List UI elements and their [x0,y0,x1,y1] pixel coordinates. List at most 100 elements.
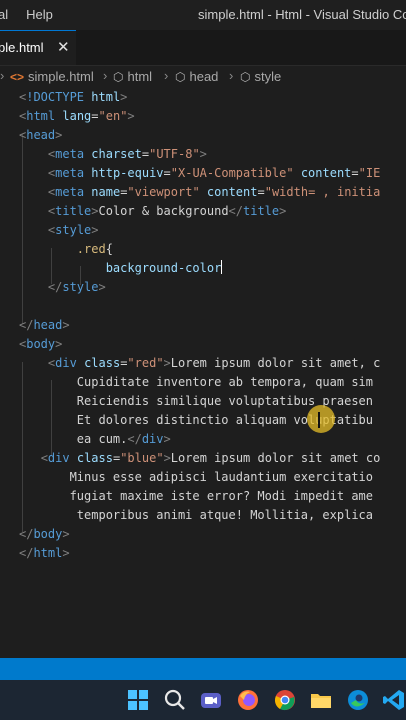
code-token: div [55,356,77,370]
code-line[interactable]: .red{ [19,240,113,259]
code-token: { [105,242,113,256]
code-line[interactable]: </body> [19,525,70,544]
chevron-right-icon: › [229,68,234,83]
code-token: content [206,185,258,199]
video-call-icon[interactable] [199,688,223,712]
code-token: html [33,546,63,560]
code-token: style [55,223,92,237]
code-line[interactable]: <meta charset="UTF-8"> [19,145,207,164]
menu-item-help[interactable]: Help [26,7,53,22]
code-token: > [127,109,135,123]
code-token: > [91,204,99,218]
code-line[interactable]: <!DOCTYPE html> [19,88,127,107]
code-token: Minus esse adipisci laudantium exercitat… [19,470,374,484]
breadcrumb-item-file[interactable]: <> simple.html [10,69,94,84]
code-token: head [33,318,63,332]
code-token: body [33,527,63,541]
code-token: html [91,90,121,104]
text-caret [221,260,223,274]
code-token: title [243,204,280,218]
code-token: lang [62,109,92,123]
code-token: </ [127,432,142,446]
code-token: > [120,90,128,104]
code-token: "IE [358,166,381,180]
code-token: </ [19,527,34,541]
breadcrumb-label: simple.html [28,69,94,84]
code-token: class [76,451,113,465]
code-line[interactable]: </head> [19,316,70,335]
code-line[interactable]: <body> [19,335,62,354]
breadcrumb-item-html[interactable]: ⬡ html [113,69,152,84]
code-line[interactable]: <style> [19,221,99,240]
code-line[interactable]: <title>Color & background</title> [19,202,286,221]
code-token: = [141,147,150,161]
tab-simple-html[interactable]: ple.html ✕ [0,30,76,65]
code-token: = [351,166,359,180]
chevron-right-icon: › [164,68,169,83]
code-token: "en" [98,109,128,123]
menu-item-al[interactable]: al [0,7,8,22]
element-icon: ⬡ [240,69,251,84]
code-token: class [84,356,121,370]
element-icon: ⬡ [175,69,186,84]
code-token: "UTF-8" [149,147,200,161]
code-line[interactable]: <meta name="viewport" content="width= , … [19,183,380,202]
vscode-icon[interactable] [382,688,406,712]
search-icon[interactable] [163,688,187,712]
code-token: > [55,128,63,142]
code-token: "red" [127,356,164,370]
code-token: background-color [105,261,222,275]
code-token: </ [228,204,243,218]
code-token: > [98,280,106,294]
code-line[interactable]: fugiat maxime iste error? Modi impedit a… [19,487,373,506]
code-line[interactable]: <meta http-equiv="X-UA-Compatible" conte… [19,164,380,183]
element-icon: ⬡ [113,69,124,84]
code-line[interactable]: temporibus animi atque! Mollitia, explic… [19,506,373,525]
code-token: Lorem ipsum dolor sit amet co [170,451,381,465]
windows-start-icon[interactable] [126,688,150,712]
window-title: simple.html - Html - Visual Studio Code [198,7,406,22]
code-token: !DOCTYPE [26,90,85,104]
status-bar [0,658,406,680]
code-line[interactable]: Minus esse adipisci laudantium exercitat… [19,468,373,487]
chrome-icon[interactable] [273,688,297,712]
code-line[interactable]: </style> [19,278,106,297]
code-token: > [163,451,171,465]
code-line[interactable]: background-color [19,259,223,278]
code-token: > [55,337,63,351]
code-line[interactable]: <div class="blue">Lorem ipsum dolor sit … [19,449,381,468]
code-token: meta [55,185,85,199]
code-token: > [62,546,70,560]
code-line[interactable]: <head> [19,126,62,145]
code-token: .red [76,242,106,256]
code-editor[interactable]: <!DOCTYPE html> <html lang="en"> <head> <m… [0,88,406,658]
breadcrumb-item-head[interactable]: ⬡ head [175,69,218,84]
code-line[interactable]: <html lang="en"> [19,107,135,126]
code-token: </ [19,546,34,560]
code-line[interactable]: <div class="red">Lorem ipsum dolor sit a… [19,354,380,373]
firefox-icon[interactable] [236,688,260,712]
code-token: > [279,204,287,218]
file-explorer-icon[interactable] [309,688,333,712]
code-line[interactable]: </html> [19,544,70,563]
code-token: ea cum. [19,432,128,446]
code-token: > [163,432,171,446]
mouse-highlight [307,405,335,433]
code-line[interactable]: ea cum.</div> [19,430,171,449]
close-icon[interactable]: ✕ [57,38,70,56]
breadcrumb-item-style[interactable]: ⬡ style [240,69,281,84]
tab-label: ple.html [0,40,44,55]
html-file-icon: <> [10,69,25,84]
code-line[interactable]: Cupiditate inventore ab tempora, quam si… [19,373,373,392]
edge-icon[interactable] [346,688,370,712]
code-token: div [141,432,164,446]
breadcrumb: › <> simple.html › ⬡ html › ⬡ head › ⬡ s… [0,66,406,88]
chevron-right-icon: › [0,68,5,83]
